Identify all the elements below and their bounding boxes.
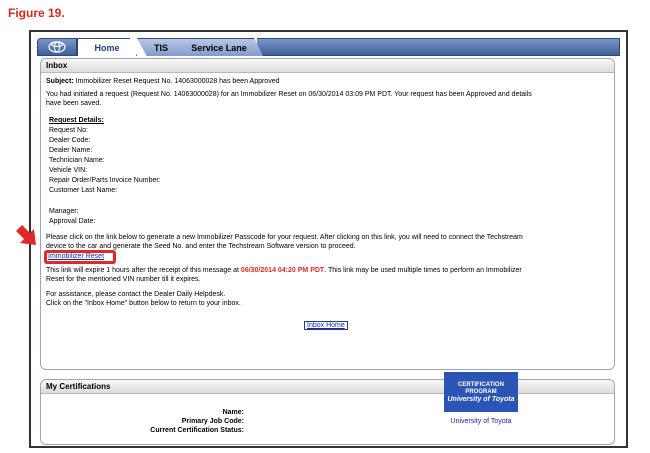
figure-label: Figure 19. xyxy=(8,6,65,20)
instructions-line-1: Please click on the link below to genera… xyxy=(46,234,523,241)
red-arrow-icon xyxy=(16,225,36,245)
intro-line-1: You had initiated a request (Request No.… xyxy=(46,91,532,98)
subject-text: Immobilizer Reset Request No. 1406300002… xyxy=(75,78,280,85)
university-of-toyota-link[interactable]: University of Toyota xyxy=(444,418,518,425)
field-request-no: Request No: xyxy=(49,127,88,134)
field-dealer-code: Dealer Code: xyxy=(49,137,91,144)
field-customer-last-name: Customer Last Name: xyxy=(49,187,118,194)
expire-post: . This link may be used multiple times t… xyxy=(324,267,522,274)
expire-line-1: This link will expire 1 hours after the … xyxy=(46,266,522,275)
inbox-panel: Inbox Subject: Immobilizer Reset Request… xyxy=(40,58,615,370)
field-vehicle-vin: Vehicle VIN: xyxy=(49,167,88,174)
name-label: Name: xyxy=(222,409,244,416)
expire-line-2: Reset for the mentioned VIN number till … xyxy=(46,276,201,283)
certifications-panel: My Certifications Name: Primary Job Code… xyxy=(40,379,615,445)
assist-line-1: For assistance, please contact the Deale… xyxy=(46,291,226,298)
field-approval-date: Approval Date: xyxy=(49,218,96,225)
tab-bar-fill xyxy=(257,38,620,56)
field-technician-name: Technician Name: xyxy=(49,157,105,164)
subject-label: Subject: xyxy=(46,78,74,85)
field-repair-order: Repair Order/Parts Invoice Number: xyxy=(49,177,161,184)
immobilizer-reset-link[interactable]: Immobilizer Reset xyxy=(48,252,104,261)
inbox-title: Inbox xyxy=(41,59,614,73)
logo-line-1: CERTIFICATION xyxy=(458,381,504,388)
job-code-label: Primary Job Code: xyxy=(181,418,244,425)
toyota-logo-icon[interactable] xyxy=(37,38,77,56)
tab-bar: Service Lane TIS Home xyxy=(37,38,620,56)
logo-line-3: University of Toyota xyxy=(447,395,515,403)
request-details-title: Request Details: xyxy=(49,117,104,124)
subject-line: Subject: Immobilizer Reset Request No. 1… xyxy=(46,77,280,86)
logo-line-2: PROGRAM xyxy=(465,388,497,395)
inbox-home-button[interactable]: Inbox Home xyxy=(304,321,348,330)
certification-program-logo: CERTIFICATION PROGRAM University of Toyo… xyxy=(444,372,518,412)
status-label: Current Certification Status: xyxy=(150,427,244,434)
expire-pre: This link will expire 1 hours after the … xyxy=(46,267,241,274)
app-window: Service Lane TIS Home Inbox Subject: Imm… xyxy=(29,30,628,448)
tab-service-lane[interactable]: Service Lane xyxy=(175,38,263,56)
field-dealer-name: Dealer Name: xyxy=(49,147,93,154)
field-manager: Manager: xyxy=(49,208,79,215)
certifications-title: My Certifications xyxy=(41,380,614,394)
certification-labels: Name: Primary Job Code: Current Certific… xyxy=(150,408,244,435)
assist-line-2: Click on the "Inbox Home" button below t… xyxy=(46,300,241,307)
tab-home[interactable]: Home xyxy=(77,38,137,56)
intro-line-2: have been saved. xyxy=(46,100,102,107)
expire-time: 06/30/2014 04:20 PM PDT xyxy=(240,267,325,274)
